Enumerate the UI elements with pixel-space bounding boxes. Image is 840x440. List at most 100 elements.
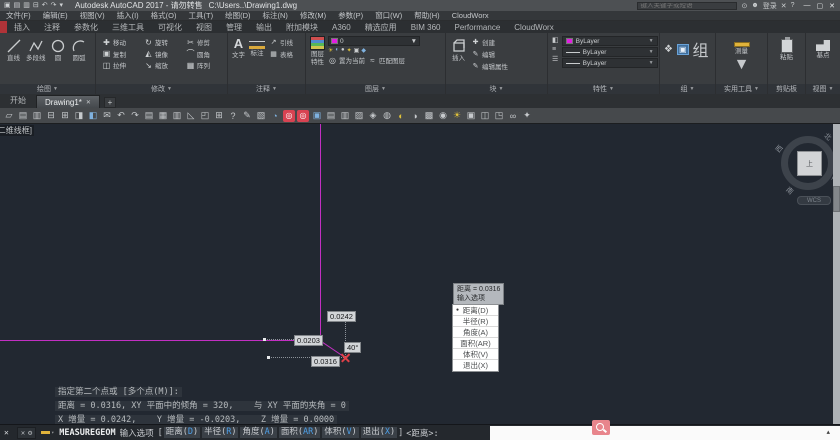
menu-option[interactable]: ● 面积(AR) — [453, 338, 498, 349]
menu-option[interactable]: ● 退出(X) — [453, 360, 498, 371]
minimize-button[interactable]: — — [804, 2, 811, 10]
command-option[interactable]: 角度(A) — [240, 427, 277, 438]
ribbon-tab[interactable]: Performance — [447, 21, 507, 33]
view-icon[interactable]: ▣ — [465, 110, 477, 122]
property-icon[interactable]: ◧ — [552, 36, 559, 44]
modify-tool[interactable]: ✚ 移动 — [102, 37, 137, 48]
save-icon[interactable]: ▥ — [31, 110, 43, 122]
viewport-controls-label[interactable]: [-][俯视][二维线框] — [0, 125, 34, 136]
layer-states-icon[interactable]: ▦ — [157, 110, 169, 122]
dynamic-input-angle[interactable]: 40° — [344, 342, 362, 353]
property-icon[interactable]: ≡ — [552, 46, 559, 53]
save-icon[interactable]: ▥ — [23, 1, 30, 10]
modify-tool[interactable]: ⌒ 圆角 — [186, 48, 221, 59]
layer-state-icon[interactable]: ☀ — [328, 47, 333, 54]
signin-label[interactable]: 登录 — [763, 1, 777, 11]
text-tool[interactable]: A 文字 — [232, 37, 245, 60]
ribbon-tab[interactable]: 可视化 — [151, 21, 189, 33]
open-icon[interactable]: ▤ — [14, 1, 21, 10]
link-icon[interactable]: ∞ — [507, 110, 519, 122]
maximize-button[interactable]: ▢ — [817, 2, 824, 10]
modify-tool[interactable]: ↻ 旋转 — [144, 37, 179, 48]
section-icon[interactable]: ◫ — [479, 110, 491, 122]
new-icon[interactable]: ▱ — [3, 110, 15, 122]
app-menu-icon[interactable]: ▣ — [4, 1, 11, 10]
layer-state-icon[interactable]: ▣ — [354, 47, 360, 54]
color-dropdown[interactable]: ByLayer ▼ — [561, 36, 658, 46]
modify-tool[interactable]: ▣ 复制 — [102, 48, 137, 59]
layer-button[interactable]: ≈ 匹配图层 — [368, 55, 405, 66]
panel-title-properties[interactable]: 特性 ▼ — [548, 84, 659, 94]
layer-state-icon[interactable]: ● — [341, 47, 345, 54]
lineweight-dropdown[interactable]: ByLayer ▼ — [561, 47, 658, 57]
menu-item[interactable]: CloudWorx — [446, 11, 495, 20]
panel-title-modify[interactable]: 修改 ▼ — [96, 84, 227, 94]
ribbon-tab[interactable]: BIM 360 — [404, 21, 448, 33]
property-icon[interactable]: ☰ — [552, 55, 559, 63]
publish-set-icon[interactable]: ▧ — [255, 110, 267, 122]
sync-icon[interactable]: ◔ — [269, 110, 281, 122]
dynamic-input-distance[interactable]: 0.0316 — [311, 356, 340, 367]
active-tab-cut[interactable] — [0, 21, 7, 33]
layer-state-icon[interactable]: ◐ — [335, 47, 339, 54]
open-icon[interactable]: ▤ — [17, 110, 29, 122]
help-icon[interactable]: ? — [227, 110, 239, 122]
workspace-dropdown-icon[interactable]: ▾ — [60, 1, 64, 10]
panel-title-layers[interactable]: 图层 ▼ — [306, 84, 445, 94]
block-tool[interactable]: ✎ 编辑属性 — [471, 61, 508, 71]
compass-south-label[interactable]: 南 — [784, 185, 796, 197]
modify-tool[interactable]: ↘ 缩放 — [144, 60, 179, 71]
measure-tool[interactable]: 测量 ▼ — [733, 37, 750, 74]
menu-item[interactable]: 插入(I) — [111, 10, 145, 21]
tab-close-icon[interactable]: ✕ — [86, 99, 91, 106]
panel-title-view[interactable]: 视图 ▼ — [806, 84, 840, 94]
layer-state-icon[interactable]: ◆ — [361, 47, 366, 54]
menu-item[interactable]: 视图(V) — [74, 10, 111, 21]
ribbon-tab[interactable]: 输出 — [249, 21, 279, 33]
layer-walk-icon[interactable]: ▥ — [171, 110, 183, 122]
layer-properties-icon[interactable]: ▤ — [143, 110, 155, 122]
menu-item[interactable]: 绘图(D) — [219, 10, 256, 21]
menu-item[interactable]: 工具(T) — [183, 10, 220, 21]
command-option[interactable]: 退出(X) — [360, 427, 398, 438]
help-icon[interactable]: ? — [791, 2, 795, 9]
markup-icon[interactable]: ✎ — [241, 110, 253, 122]
ribbon-tab[interactable]: 注释 — [37, 21, 67, 33]
panel-title-annotation[interactable]: 注释 ▼ — [228, 84, 305, 94]
viewcube[interactable]: 上 — [797, 151, 822, 176]
redo-icon[interactable]: ↷ — [51, 1, 57, 10]
ribbon-tab[interactable]: CloudWorx — [507, 21, 560, 33]
plot-icon[interactable]: ⊟ — [33, 1, 39, 10]
line-tool[interactable]: 直线 — [5, 37, 22, 62]
exchange-icon[interactable]: ✕ — [781, 2, 787, 10]
arc-tool[interactable]: 圆弧 — [71, 37, 88, 62]
truview-icon[interactable]: ▣ — [311, 110, 323, 122]
sheetset-icon[interactable]: ▨ — [353, 110, 365, 122]
menu-option[interactable]: ● 角度(A) — [453, 327, 498, 338]
menu-item[interactable]: 标注(N) — [257, 10, 294, 21]
panel-title-block[interactable]: 块 ▼ — [446, 84, 547, 94]
ribbon-tab[interactable]: 参数化 — [67, 21, 105, 33]
export-icon[interactable]: ▥ — [339, 110, 351, 122]
modify-tool[interactable]: ◭ 镜像 — [144, 48, 179, 59]
mini-close-icon[interactable]: ✕ — [21, 429, 25, 437]
cloudworx-fit-icon[interactable]: ◎ — [297, 109, 309, 122]
plot-icon[interactable]: ◨ — [73, 110, 85, 122]
layer-state-icon[interactable]: ✦ — [347, 47, 352, 54]
publish-icon[interactable]: ◧ — [87, 110, 99, 122]
menu-option[interactable]: ● 半径(R) — [453, 316, 498, 327]
undo-icon[interactable]: ↶ — [115, 110, 127, 122]
command-option[interactable]: 距离(D) — [163, 427, 201, 438]
blocks-icon[interactable]: ◰ — [199, 110, 211, 122]
menu-item[interactable]: 编辑(E) — [37, 10, 74, 21]
viewcube-wcs-dropdown[interactable]: WCS — [797, 196, 831, 205]
vertical-scrollbar[interactable] — [833, 124, 840, 424]
search-icon[interactable]: ⊙ — [741, 2, 747, 10]
overlay-arrow-icon[interactable]: ▴ — [826, 428, 830, 436]
polyline-tool[interactable]: 多段线 — [26, 37, 46, 62]
panel-title-clipboard[interactable]: 剪贴板 — [768, 84, 805, 94]
menu-item[interactable]: 窗口(W) — [369, 10, 408, 21]
insert-block-tool[interactable]: 插入 — [450, 37, 467, 71]
effects-icon[interactable]: ✦ — [521, 110, 533, 122]
shade-icon[interactable]: ◑ — [409, 110, 421, 122]
